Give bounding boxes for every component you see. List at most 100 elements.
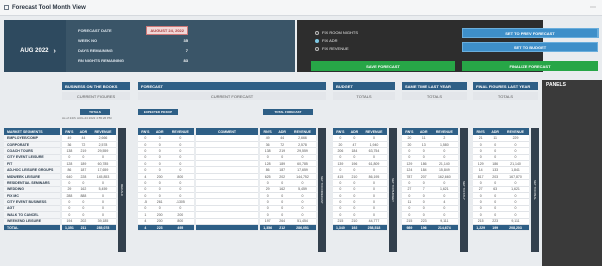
col-rns: RN'S [62,128,77,135]
panels-sidebar: PANELS [542,80,602,266]
total-cell: 212 [275,224,290,232]
total-forecast-table: RN'S ADR REVENUE 49 44 2,666 36 72 2,578 138 219 2… [260,128,316,232]
rn-remaining-label: RN NIGHTS REMAINING [78,58,124,63]
radio-dot[interactable] [315,46,319,51]
forecast-date-label: FORECAST DATE [78,28,112,33]
col-adr: ADR [488,128,503,135]
radio-fix-room-nights[interactable]: FIX ROOM NIGHTS [315,30,358,37]
books-note: As of 24th: AUG-24 2022 4:55:26 PM [62,116,112,120]
back-icon[interactable] [4,5,9,10]
set-final-handle[interactable]: SET TO FINAL [531,128,539,252]
total-cell: 286,051 [289,224,316,232]
set-budget-button[interactable]: SET TO BUDGET [462,42,598,52]
books-totals-button[interactable]: TOTALS [80,109,110,115]
more-options-icon[interactable]: ⋯ [590,4,596,11]
total-forecast-button[interactable]: TOTAL FORECAST [263,109,313,115]
total-row: 1,356 212 286,051 [260,224,316,232]
radio-fix-adr[interactable]: FIX ADR [315,38,338,45]
total-cell: 1,340 [333,224,348,232]
total-cell: 1,356 [260,224,276,232]
total-row: 1,340 192 258,518 [333,224,387,232]
radio-label: FIX ADR [322,38,338,43]
vertical-label: SET TO STLY [462,180,466,200]
week-no-row: WEEK NO 35 [78,36,188,44]
pickup-table: RN'S ADR REVENUE 0 0 0 0 0 0 0 0 0 0 0 0 0 0 0 0 0 0 4 200 800… [138,128,194,232]
final-subtitle: TOTALS [473,92,538,100]
comment-table: COMMENT [196,128,258,232]
month-label: AUG 2022 [20,48,49,54]
title-bar: Forecast Tool Month View ⋯ [0,0,602,16]
forecast-date-row: FORECAST DATE AUGUST 24, 2022 [78,26,188,35]
radio-fix-revenue[interactable]: FIX REVENUE [315,46,349,53]
save-forecast-button[interactable]: SAVE FORECAST [311,61,455,71]
week-no-value: 35 [183,38,188,43]
radio-dot[interactable] [315,38,319,43]
finalize-forecast-button[interactable]: FINALIZE FORECAST [462,61,598,71]
radio-dot[interactable] [315,30,319,35]
recalc-handle[interactable]: RECALC [118,128,126,252]
total-cell: 4 [138,224,153,232]
col-revenue: REVENUE [289,128,316,135]
seg-header: MARKET SEGMENTS [4,128,60,135]
final-table: RN'S ADR REVENUE 21 11 229 0 0 0 0 0 0 0 0 0 129 186 21,… [473,128,529,232]
budget-table: RN'S ADR REVENUE 0 0 0 20 47 1,940 206 184 63,754 0… [333,128,387,232]
days-remaining-row: DAYS REMAINING 7 [78,46,188,54]
vertical-label: SET TO FINAL [533,179,537,200]
forecast-info: FORECAST DATE AUGUST 24, 2022 WEEK NO 35 D… [66,20,295,72]
col-adr: ADR [76,128,90,135]
total-cell: 989 [402,224,417,232]
total-cell: 192 [347,224,361,232]
col-rns: RN'S [402,128,417,135]
panels-title: PANELS [546,82,566,88]
final-title: FINAL FIGURES LAST YEAR [473,82,538,90]
col-adr: ADR [347,128,361,135]
books-table: RN'S ADR REVENUE 49 44 2,666 36 72 2,578 138 219 2… [62,128,116,232]
segment-total-row: TOTAL [4,224,60,232]
total-row: 1,229 199 208,203 [473,224,529,232]
set-forecast-handle[interactable]: SET TO FORECAST [318,128,326,252]
chevron-right-icon[interactable]: › [54,48,56,55]
total-cell: 211 [76,224,90,232]
forecast-title: FORECAST [138,82,326,90]
col-revenue: REVENUE [166,128,194,135]
col-revenue: REVENUE [430,128,458,135]
set-stly-handle[interactable]: SET TO STLY [460,128,468,252]
total-cell: 258,518 [360,224,387,232]
radio-label: FIX REVENUE [322,46,349,51]
stly-title: SAME TIME LAST YEAR [402,82,467,90]
budget-title: BUDGET [333,82,395,90]
total-cell: 199 [488,224,503,232]
col-revenue: REVENUE [360,128,387,135]
col-comment: COMMENT [196,128,258,135]
set-budget-handle[interactable]: SET TO BUDGET [389,128,397,252]
total-cell: 214,674 [430,224,458,232]
total-cell: 196 [416,224,431,232]
stly-table: RN'S ADR REVENUE 20 11 2 20 13 1,580 0 0 0 0 0 0 129 18… [402,128,458,232]
col-rns: RN'S [138,128,153,135]
col-revenue: REVENUE [502,128,529,135]
rn-remaining-row: RN NIGHTS REMAINING 83 [78,56,188,64]
col-adr: ADR [275,128,290,135]
total-cell: 223 [152,224,167,232]
budget-subtitle: TOTALS [333,92,395,100]
vertical-label: SET TO FORECAST [320,176,324,204]
vertical-label: SET TO BUDGET [391,177,395,202]
month-selector[interactable]: AUG 2022 › [8,36,68,66]
total-row: 4 223 495 [138,224,194,232]
rn-remaining-value: 83 [183,58,188,63]
total-label: TOTAL [4,224,60,232]
week-no-label: WEEK NO [78,38,98,43]
total-cell: 1,229 [473,224,489,232]
books-subtitle: CURRENT FIGURES [62,92,130,100]
col-revenue: REVENUE [89,128,116,135]
forecast-date-value[interactable]: AUGUST 24, 2022 [146,26,188,35]
vertical-label: RECALC [120,183,124,197]
expected-pickup-button[interactable]: EXPECTED PICKUP [138,109,178,115]
stly-subtitle: TOTALS [402,92,467,100]
total-row: 1,351 211 285,078 [62,224,116,232]
comment-total-row [196,224,258,232]
days-remaining-value: 7 [185,48,188,53]
col-rns: RN'S [473,128,489,135]
set-prev-forecast-button-alt[interactable]: SET TO PREV FORECAST [462,28,598,38]
segments-table: MARKET SEGMENTS EMPLOYEE/COMP CORPORATE CO… [4,128,60,232]
